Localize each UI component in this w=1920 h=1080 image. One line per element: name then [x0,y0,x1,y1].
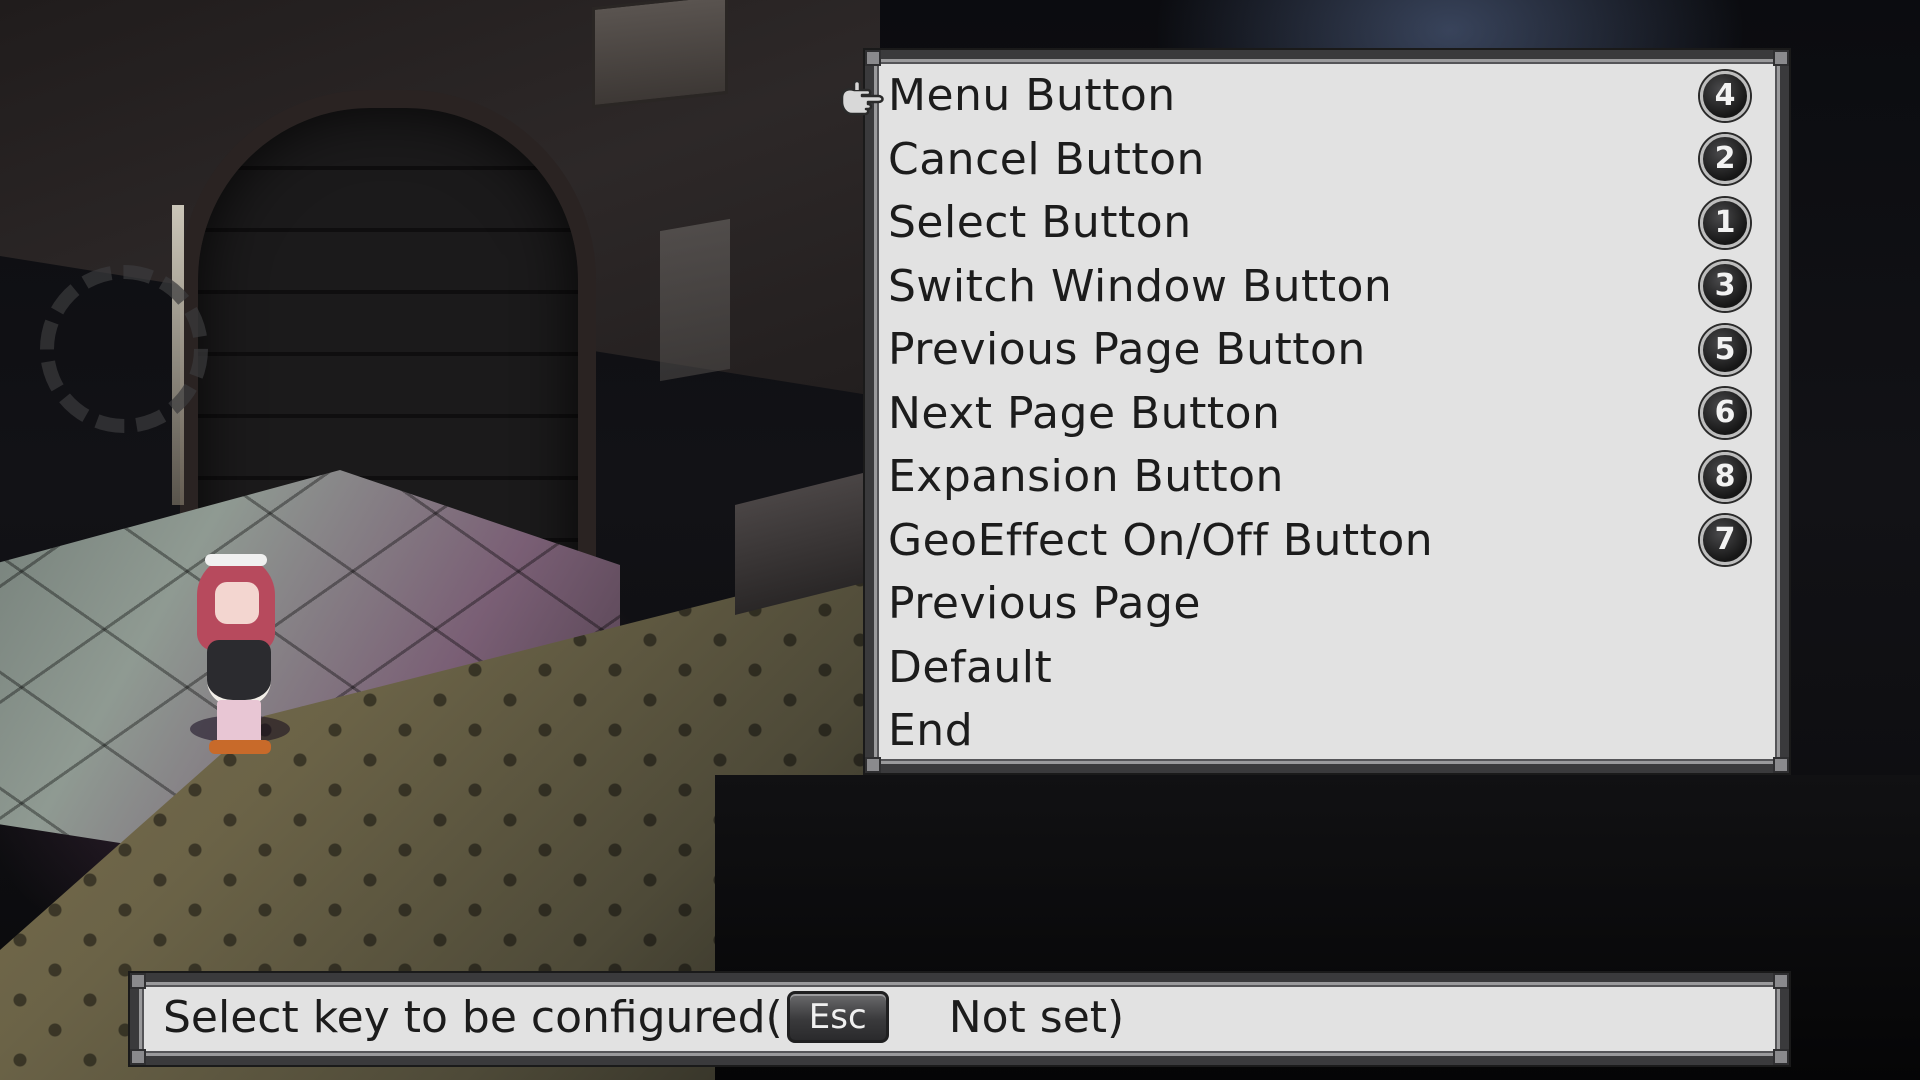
help-status-bar: Select key to be configured( Esc Not set… [130,973,1789,1065]
key-config-menu: Menu Button 4 Cancel Button 2 Select But… [840,50,1789,773]
key-number-badge: 1 [1700,197,1750,248]
menu-item-label: End [888,705,974,757]
frame-corner [1773,1049,1789,1065]
menu-item-switch-window-button[interactable]: Switch Window Button 3 [874,255,1780,319]
key-number-badge: 2 [1700,134,1750,185]
menu-item-menu-button[interactable]: Menu Button 4 [840,64,1780,128]
frame-corner [130,973,146,989]
key-number-badge: 7 [1700,515,1750,566]
scene-sign [592,0,728,109]
menu-item-label: Cancel Button [888,133,1205,185]
menu-list: Menu Button 4 Cancel Button 2 Select But… [840,59,1780,763]
key-number-badge: 3 [1700,261,1750,312]
key-number-badge: 8 [1700,451,1750,502]
status-not-set: Not set) [948,991,1125,1043]
frame-corner [130,1049,146,1065]
menu-item-geoeffect-button[interactable]: GeoEffect On/Off Button 7 [874,509,1780,573]
key-number-badge: 5 [1700,324,1750,375]
menu-item-label: Switch Window Button [888,260,1393,312]
key-number-badge: 6 [1700,388,1750,439]
menu-item-label: Previous Page Button [888,324,1366,376]
menu-item-next-page-button[interactable]: Next Page Button 6 [874,382,1780,446]
scene-gear [40,265,208,433]
menu-item-cancel-button[interactable]: Cancel Button 2 [874,128,1780,192]
menu-item-label: GeoEffect On/Off Button [888,514,1434,566]
scene-poster [660,218,730,382]
menu-item-end[interactable]: End [874,699,1780,763]
status-message: Select key to be configured( Esc Not set… [163,991,1124,1043]
menu-item-label: Menu Button [888,70,1176,122]
status-prompt: Select key to be configured( [163,991,783,1043]
menu-item-select-button[interactable]: Select Button 1 [874,191,1780,255]
menu-item-label: Select Button [888,197,1192,249]
menu-item-label: Previous Page [888,578,1201,630]
menu-item-previous-page[interactable]: Previous Page [874,572,1780,636]
menu-item-expansion-button[interactable]: Expansion Button 8 [874,445,1780,509]
menu-item-previous-page-button[interactable]: Previous Page Button 5 [874,318,1780,382]
esc-key-icon: Esc [786,991,889,1043]
frame-corner [1773,973,1789,989]
menu-item-label: Next Page Button [888,387,1281,439]
character-sprite [185,548,295,758]
menu-item-label: Expansion Button [888,451,1284,503]
key-number-badge: 4 [1700,70,1750,121]
menu-item-default[interactable]: Default [874,636,1780,700]
menu-item-label: Default [888,641,1053,693]
pointing-hand-icon [840,79,884,116]
